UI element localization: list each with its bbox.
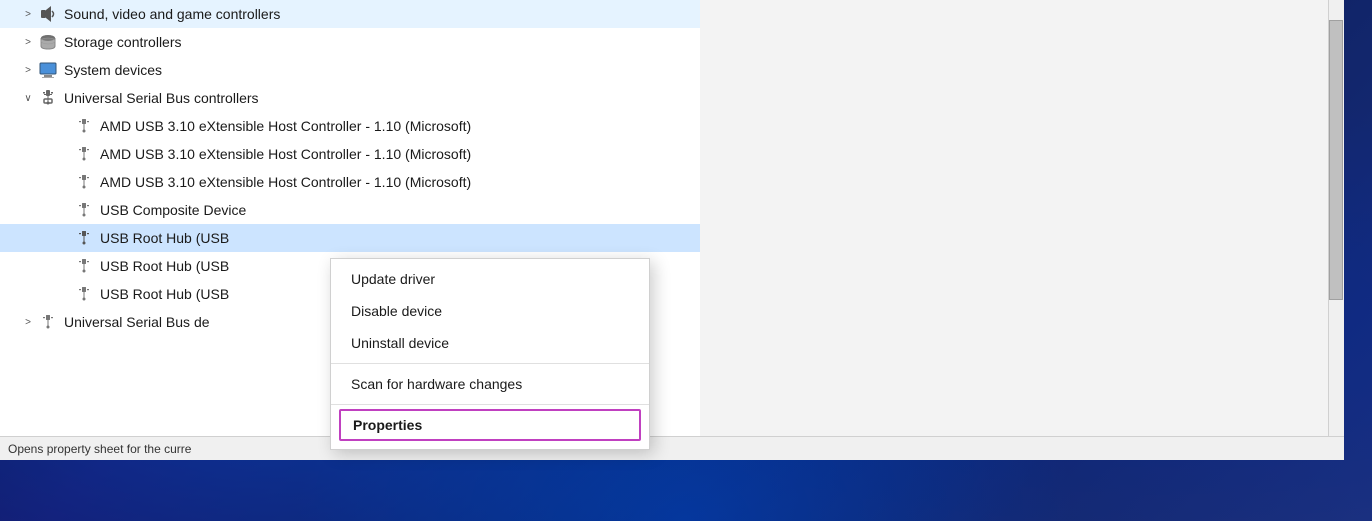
icon-usb-composite: [74, 200, 94, 220]
expand-icon-usb: ∨: [20, 90, 36, 106]
icon-sound: [38, 4, 58, 24]
expand-icon-dev: >: [20, 314, 36, 330]
icon-usb-controllers: [38, 88, 58, 108]
icon-usb-root-2: [74, 256, 94, 276]
context-menu-properties[interactable]: Properties: [339, 409, 641, 441]
tree-item-amd-usb-3[interactable]: AMD USB 3.10 eXtensible Host Controller …: [0, 168, 700, 196]
tree-item-amd-usb-2[interactable]: AMD USB 3.10 eXtensible Host Controller …: [0, 140, 700, 168]
scrollbar-thumb[interactable]: [1329, 20, 1343, 300]
icon-amd-usb-3: [74, 172, 94, 192]
tree-item-storage[interactable]: > Storage controllers: [0, 28, 700, 56]
tree-item-amd-usb-2-label: AMD USB 3.10 eXtensible Host Controller …: [100, 146, 471, 162]
status-bar: Opens property sheet for the curre: [0, 436, 1344, 460]
tree-item-usb-root-1[interactable]: USB Root Hub (USB: [0, 224, 700, 252]
expand-icon-amd2: [56, 146, 72, 162]
context-menu-separator-1: [331, 363, 649, 364]
tree-item-usb-composite[interactable]: USB Composite Device: [0, 196, 700, 224]
status-bar-text: Opens property sheet for the curre: [8, 442, 191, 456]
icon-amd-usb-1: [74, 116, 94, 136]
tree-item-amd-usb-3-label: AMD USB 3.10 eXtensible Host Controller …: [100, 174, 471, 190]
context-menu-disable-device[interactable]: Disable device: [331, 295, 649, 327]
expand-icon-composite: [56, 202, 72, 218]
expand-icon-amd1: [56, 118, 72, 134]
expand-icon-system: >: [20, 62, 36, 78]
tree-item-system-label: System devices: [64, 62, 162, 78]
icon-usb-root-1: [74, 228, 94, 248]
icon-usb-dev: [38, 312, 58, 332]
icon-storage: [38, 32, 58, 52]
tree-item-system[interactable]: > System devices: [0, 56, 700, 84]
expand-icon-sound: >: [20, 6, 36, 22]
tree-item-usb-controllers[interactable]: ∨ Universal Serial Bus controllers: [0, 84, 700, 112]
tree-item-amd-usb-1-label: AMD USB 3.10 eXtensible Host Controller …: [100, 118, 471, 134]
tree-item-usb-root-2-label: USB Root Hub (USB: [100, 258, 229, 274]
context-menu-uninstall-device[interactable]: Uninstall device: [331, 327, 649, 359]
icon-system: [38, 60, 58, 80]
tree-item-amd-usb-1[interactable]: AMD USB 3.10 eXtensible Host Controller …: [0, 112, 700, 140]
tree-item-storage-label: Storage controllers: [64, 34, 182, 50]
tree-item-usb-root-1-label: USB Root Hub (USB: [100, 230, 229, 246]
icon-usb-root-3: [74, 284, 94, 304]
tree-item-sound[interactable]: > Sound, video and game controllers: [0, 0, 700, 28]
device-manager-window: > Sound, video and game controllers >: [0, 0, 1344, 460]
expand-icon-root3: [56, 286, 72, 302]
expand-icon-root2: [56, 258, 72, 274]
context-menu: Update driver Disable device Uninstall d…: [330, 258, 650, 450]
tree-item-sound-label: Sound, video and game controllers: [64, 6, 280, 22]
tree-item-usb-controllers-label: Universal Serial Bus controllers: [64, 90, 259, 106]
icon-amd-usb-2: [74, 144, 94, 164]
expand-icon-amd3: [56, 174, 72, 190]
vertical-scrollbar[interactable]: [1328, 0, 1344, 460]
expand-icon-storage: >: [20, 34, 36, 50]
context-menu-scan-hardware[interactable]: Scan for hardware changes: [331, 368, 649, 400]
tree-item-usb-composite-label: USB Composite Device: [100, 202, 246, 218]
expand-icon-root1: [56, 230, 72, 246]
context-menu-update-driver[interactable]: Update driver: [331, 263, 649, 295]
tree-item-usb-root-3-label: USB Root Hub (USB: [100, 286, 229, 302]
context-menu-separator-2: [331, 404, 649, 405]
tree-item-usb-dev-label: Universal Serial Bus de: [64, 314, 210, 330]
